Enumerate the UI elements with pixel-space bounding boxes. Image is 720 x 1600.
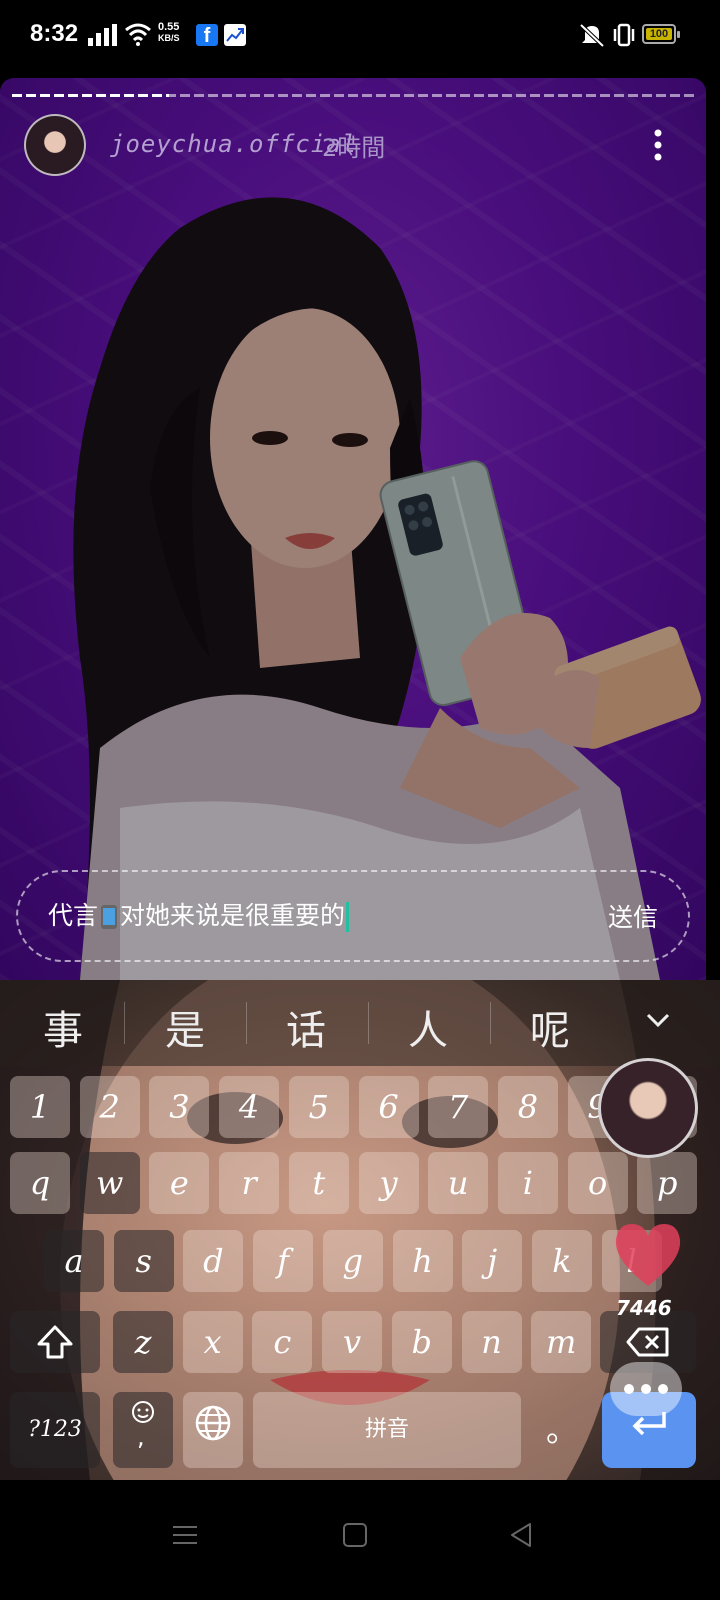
status-bar: 8:32 0.55 KB/S f 100 [0,0,720,72]
key-m[interactable]: m [531,1311,592,1373]
language-key[interactable] [183,1392,243,1468]
story-view[interactable]: joeychua.offcial 2時間 [0,78,706,980]
mobile-phone-emoji-icon [101,905,118,929]
likes-count: 7446 [616,1296,672,1320]
reply-text[interactable]: 代言 对她来说是很重要的 [48,896,350,932]
heart-icon[interactable] [612,1220,684,1290]
chat-bubble-icon[interactable] [610,1362,682,1416]
key-i[interactable]: i [497,1152,558,1214]
key-c[interactable]: c [252,1311,313,1373]
profile-avatar[interactable] [24,114,86,176]
back-icon[interactable] [506,1520,536,1550]
emoji-comma-key[interactable]: , [113,1392,173,1468]
key-g[interactable]: g [322,1230,383,1292]
key-v[interactable]: v [322,1311,383,1373]
key-u[interactable]: u [428,1152,489,1214]
key-5[interactable]: 5 [288,1076,349,1138]
send-button[interactable]: 送信 [608,898,658,934]
key-2[interactable]: 2 [79,1076,140,1138]
candidate-2[interactable]: 是 [140,998,230,1056]
story-username[interactable]: joeychua.offcial [110,130,357,158]
key-b[interactable]: b [391,1311,452,1373]
key-q[interactable]: q [10,1152,70,1214]
key-a[interactable]: a [44,1230,104,1292]
key-1[interactable]: 1 [10,1076,70,1138]
key-h[interactable]: h [392,1230,453,1292]
key-n[interactable]: n [461,1311,522,1373]
key-6[interactable]: 6 [358,1076,419,1138]
home-icon[interactable] [340,1520,370,1550]
story-time-ago: 2時間 [322,134,386,162]
trend-icon [224,24,246,46]
comma-label: , [137,1423,145,1451]
key-d[interactable]: d [183,1230,244,1292]
key-s[interactable]: s [113,1230,174,1292]
story-progress-bar [12,94,694,97]
key-k[interactable]: k [531,1230,592,1292]
key-j[interactable]: j [462,1230,523,1292]
floating-live-avatar[interactable] [598,1058,698,1158]
shift-icon [37,1325,73,1359]
globe-icon [195,1405,231,1441]
key-4[interactable]: 4 [219,1076,280,1138]
navigation-bar [0,1480,720,1600]
mute-icon [579,23,605,48]
key-t[interactable]: t [288,1152,349,1214]
story-progress-fill [12,94,169,97]
key-y[interactable]: y [358,1152,419,1214]
key-r[interactable]: r [219,1152,280,1214]
clock: 8:32 [30,20,79,47]
period-key[interactable]: 。 [532,1392,592,1468]
menu-icon[interactable] [170,1520,200,1550]
shift-key[interactable] [10,1311,100,1373]
key-x[interactable]: x [182,1311,243,1373]
symbols-key[interactable]: ?123 [10,1392,100,1468]
key-7[interactable]: 7 [428,1076,489,1138]
key-3[interactable]: 3 [149,1076,210,1138]
reply-input[interactable]: 代言 对她来说是很重要的 送信 [16,870,690,962]
text-caret [346,902,350,932]
facebook-icon: f [196,24,218,47]
candidate-3[interactable]: 话 [261,998,351,1056]
space-key[interactable]: 拼音 [253,1392,521,1468]
key-8[interactable]: 8 [497,1076,558,1138]
candidate-4[interactable]: 人 [383,998,473,1056]
key-p[interactable]: p [637,1152,698,1214]
key-f[interactable]: f [253,1230,314,1292]
key-o[interactable]: o [567,1152,628,1214]
story-dim-overlay [0,78,706,980]
network-speed: 0.55 KB/S [158,21,180,44]
key-z[interactable]: z [113,1311,173,1373]
battery-icon: 100 [642,24,680,44]
signal-icon [88,24,117,46]
candidate-5[interactable]: 呢 [505,998,595,1056]
key-e[interactable]: e [149,1152,210,1214]
key-w[interactable]: w [79,1152,140,1214]
backspace-icon [626,1327,669,1357]
chevron-down-icon[interactable] [644,1010,672,1030]
more-options-icon[interactable] [648,128,668,162]
candidate-1[interactable]: 事 [18,998,108,1056]
vibrate-icon [613,23,635,47]
wifi-icon [125,23,151,46]
candidate-bar: 事 是 话 人 呢 [0,980,720,1066]
